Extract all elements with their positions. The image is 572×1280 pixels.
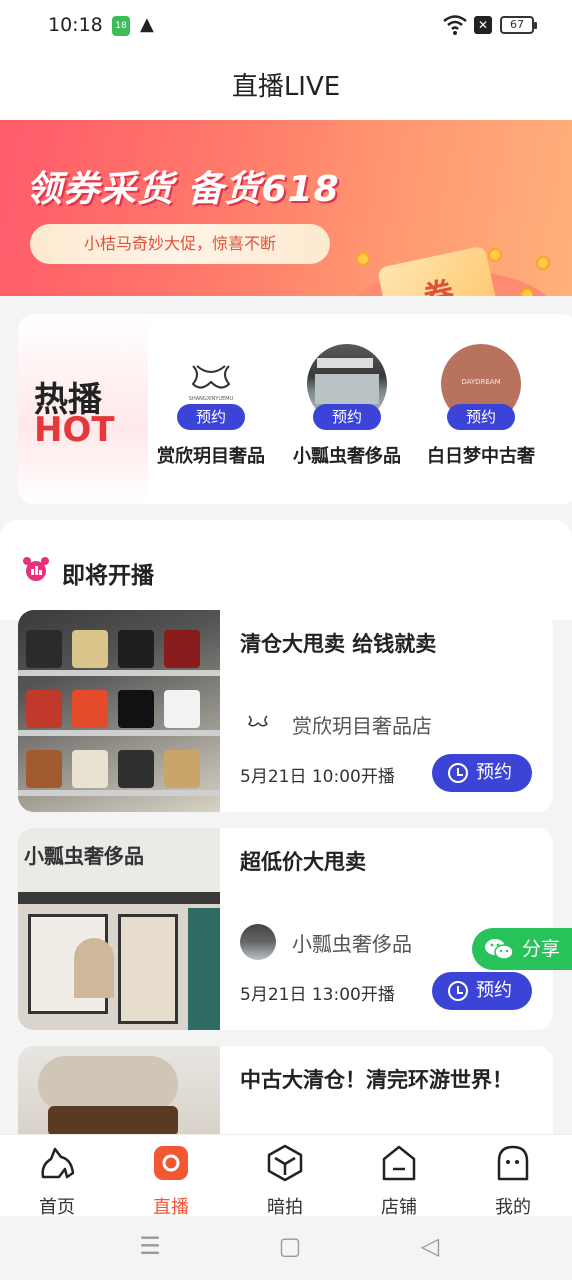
live-card[interactable]: 小瓢虫奢侈品 超低价大甩卖 小瓢虫奢侈品 5月21日 13:00开播 预约 <box>18 828 553 1030</box>
shop-avatar <box>240 924 276 960</box>
tab-live[interactable]: 直播 <box>126 1143 216 1219</box>
shop-name: 赏欣玥目奢品 <box>157 446 265 467</box>
page-header: 直播LIVE <box>0 52 572 120</box>
status-bar: 10:18 18 ▲ ✕ 67 <box>0 0 572 52</box>
reserve-button[interactable]: 预约 <box>177 404 245 430</box>
hot-tag: 热播 HOT <box>18 314 148 504</box>
menu-icon[interactable]: ☰ <box>136 1232 164 1260</box>
upcoming-header: 即将开播 <box>0 520 572 620</box>
shop-logo-text: SHANGXINYUEMU <box>189 396 234 402</box>
coupon-graphic: 券 <box>376 245 502 296</box>
store-sign-text: 小瓢虫奢侈品 <box>24 844 144 868</box>
bottom-tab-bar: 首页 直播 暗拍 店铺 我的 <box>0 1134 572 1219</box>
box-icon <box>267 1144 303 1182</box>
shop-icon <box>382 1145 416 1181</box>
shop-avatar <box>240 706 276 742</box>
shop-name: 赏欣玥目奢品店 <box>292 714 432 738</box>
live-cover-image <box>18 610 220 812</box>
profile-icon <box>497 1145 529 1181</box>
live-cover-image: 小瓢虫奢侈品 <box>18 828 220 1030</box>
reserve-label: 预约 <box>476 980 512 1001</box>
coin-graphic <box>488 248 502 262</box>
tab-auction[interactable]: 暗拍 <box>240 1143 330 1219</box>
shop-name: 白日梦中古奢 <box>427 446 535 467</box>
wifi-icon <box>443 15 467 35</box>
shop-logo-text: DAYDREAM <box>461 378 501 386</box>
live-title: 超低价大甩卖 <box>240 850 366 874</box>
live-title: 中古大清仓！清完环游世界！ <box>240 1068 513 1092</box>
no-sim-icon: ✕ <box>474 16 492 34</box>
upcoming-section: 即将开播 清仓大甩卖 给钱就卖 赏欣玥目奢品店 5月21日 10:00开播 预约… <box>0 520 572 1248</box>
coin-graphic <box>356 252 370 266</box>
warning-icon: ▲ <box>140 14 154 35</box>
coin-graphic <box>536 256 550 270</box>
live-start-time: 5月21日 10:00开播 <box>240 767 395 787</box>
banner-headline: 领券采货 备货618 <box>26 169 340 210</box>
shop-logo-icon <box>248 715 268 727</box>
home-square-icon[interactable]: ▢ <box>276 1232 304 1260</box>
reserve-label: 预约 <box>476 762 512 783</box>
shop-name: 小瓢虫奢侈品 <box>292 932 412 956</box>
alarm-clock-icon <box>23 557 49 581</box>
horse-icon <box>41 1147 75 1179</box>
page-title: 直播LIVE <box>231 72 341 102</box>
clock-icon <box>448 981 468 1001</box>
system-nav-bar: ☰ ▢ ◁ <box>0 1216 572 1280</box>
banner-subline: 小桔马奇妙大促，惊喜不断 <box>30 224 330 264</box>
tab-home[interactable]: 首页 <box>12 1143 102 1219</box>
wechat-icon <box>485 939 514 960</box>
live-icon <box>154 1146 188 1180</box>
promo-banner[interactable]: 领券采货 备货618 小桔马奇妙大促，惊喜不断 券 <box>0 120 572 296</box>
hot-shop-item[interactable]: DAYDREAM 预约 白日梦中古奢 <box>416 344 546 468</box>
section-title: 即将开播 <box>62 563 154 589</box>
battery-icon: 67 <box>500 16 537 34</box>
reserve-button[interactable]: 预约 <box>313 404 381 430</box>
shop-name: 小瓢虫奢侈品 <box>293 446 401 467</box>
share-button[interactable]: 分享 <box>472 928 572 970</box>
tab-shop[interactable]: 店铺 <box>354 1143 444 1219</box>
clock-icon <box>448 763 468 783</box>
hot-tag-line2: HOT <box>34 410 115 450</box>
hot-shop-item[interactable]: SHANGXINYUEMU 预约 赏欣玥目奢品 <box>146 344 276 468</box>
status-time: 10:18 <box>48 14 103 36</box>
share-label: 分享 <box>522 938 561 960</box>
hot-shop-item[interactable]: 预约 小瓢虫奢侈品 <box>282 344 412 468</box>
calendar-icon: 18 <box>112 16 130 36</box>
reserve-button[interactable]: 预约 <box>432 972 532 1010</box>
reserve-button[interactable]: 预约 <box>432 754 532 792</box>
back-icon[interactable]: ◁ <box>416 1232 444 1260</box>
hot-streams-card: 热播 HOT SHANGXINYUEMU 预约 赏欣玥目奢品 预约 小瓢虫奢侈品… <box>18 314 572 504</box>
live-start-time: 5月21日 13:00开播 <box>240 985 395 1005</box>
coin-graphic <box>520 288 534 296</box>
tab-profile[interactable]: 我的 <box>468 1143 558 1219</box>
live-title: 清仓大甩卖 给钱就卖 <box>240 632 437 656</box>
live-card[interactable]: 清仓大甩卖 给钱就卖 赏欣玥目奢品店 5月21日 10:00开播 预约 <box>18 610 553 812</box>
reserve-button[interactable]: 预约 <box>447 404 515 430</box>
